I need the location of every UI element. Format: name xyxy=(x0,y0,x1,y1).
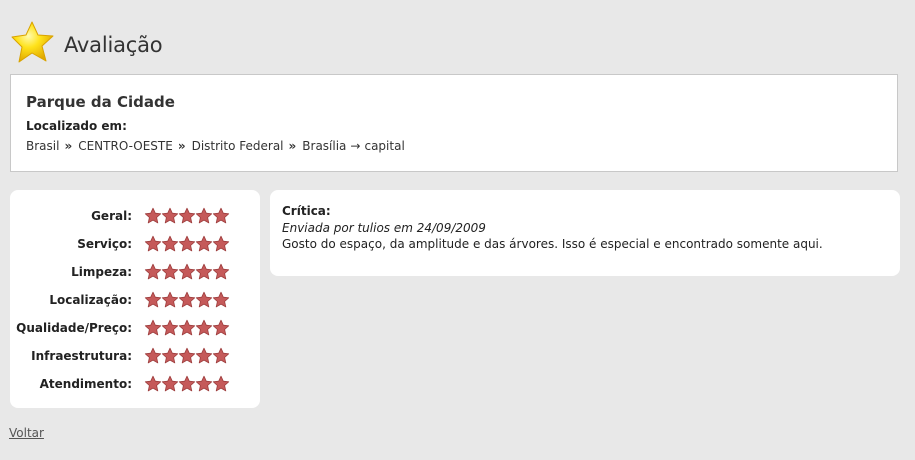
star-icon xyxy=(195,347,213,364)
review-text: Gosto do espaço, da amplitude e das árvo… xyxy=(282,237,823,251)
located-label: Localizado em: xyxy=(26,119,127,133)
breadcrumb-item[interactable]: Distrito Federal xyxy=(192,139,284,153)
star-icon xyxy=(161,319,179,336)
breadcrumb-separator: » xyxy=(288,139,297,153)
star-icon xyxy=(195,319,213,336)
star-rating xyxy=(144,263,230,281)
rating-row: Atendimento: xyxy=(10,374,260,394)
rating-row: Qualidade/Preço: xyxy=(10,318,260,338)
review-meta: Enviada por tulios em 24/09/2009 xyxy=(282,221,486,235)
review-heading: Crítica: xyxy=(282,204,331,218)
star-icon xyxy=(178,235,196,252)
rating-label: Serviço: xyxy=(77,237,132,251)
place-name: Parque da Cidade xyxy=(26,93,175,111)
breadcrumb-item[interactable]: Brasil xyxy=(26,139,59,153)
star-icon xyxy=(161,375,179,392)
breadcrumb-item[interactable]: CENTRO-OESTE xyxy=(78,139,173,153)
rating-row: Localização: xyxy=(10,290,260,310)
star-icon xyxy=(161,347,179,364)
star-icon xyxy=(161,291,179,308)
star-icon xyxy=(144,291,162,308)
rating-label: Limpeza: xyxy=(71,265,132,279)
star-icon xyxy=(178,319,196,336)
star-icon xyxy=(178,375,196,392)
rating-label: Localização: xyxy=(49,293,132,307)
rating-row: Serviço: xyxy=(10,234,260,254)
star-icon xyxy=(161,207,179,224)
star-icon xyxy=(212,235,230,252)
ratings-panel: Geral: Serviço: Limpeza: Localização: Qu… xyxy=(10,190,260,408)
place-info-panel: Parque da Cidade Localizado em: Brasil »… xyxy=(10,74,898,172)
star-icon xyxy=(144,347,162,364)
star-rating xyxy=(144,207,230,225)
star-rating xyxy=(144,291,230,309)
star-icon xyxy=(195,375,213,392)
star-icon xyxy=(144,207,162,224)
star-rating xyxy=(144,347,230,365)
rating-row: Geral: xyxy=(10,206,260,226)
star-icon xyxy=(178,291,196,308)
page-header: Avaliação xyxy=(10,18,163,68)
rating-label: Atendimento: xyxy=(39,377,132,391)
breadcrumb-item[interactable]: Brasília xyxy=(302,139,346,153)
star-icon xyxy=(195,235,213,252)
page-title: Avaliação xyxy=(64,33,163,57)
star-icon xyxy=(212,291,230,308)
rating-label: Geral: xyxy=(91,209,132,223)
breadcrumb-suffix: capital xyxy=(364,139,405,153)
star-rating xyxy=(144,319,230,337)
star-icon xyxy=(178,347,196,364)
rating-label: Qualidade/Preço: xyxy=(16,321,132,335)
location-breadcrumb: Brasil » CENTRO-OESTE » Distrito Federal… xyxy=(26,139,405,153)
breadcrumb-separator: » xyxy=(64,139,73,153)
rating-row: Limpeza: xyxy=(10,262,260,282)
breadcrumb-arrow: → xyxy=(350,139,361,153)
back-link[interactable]: Voltar xyxy=(9,426,44,440)
star-icon xyxy=(195,263,213,280)
star-icon xyxy=(212,263,230,280)
star-icon xyxy=(11,21,54,63)
star-icon xyxy=(212,207,230,224)
breadcrumb-separator: » xyxy=(177,139,186,153)
review-panel: Crítica: Enviada por tulios em 24/09/200… xyxy=(270,190,900,276)
star-icon xyxy=(212,375,230,392)
star-icon xyxy=(212,347,230,364)
star-icon xyxy=(144,235,162,252)
star-icon xyxy=(178,263,196,280)
star-rating xyxy=(144,375,230,393)
star-icon xyxy=(161,263,179,280)
star-icon xyxy=(144,375,162,392)
star-icon xyxy=(144,319,162,336)
star-icon xyxy=(195,291,213,308)
rating-row: Infraestrutura: xyxy=(10,346,260,366)
rating-label: Infraestrutura: xyxy=(31,349,132,363)
star-icon xyxy=(161,235,179,252)
star-rating xyxy=(144,235,230,253)
star-icon xyxy=(178,207,196,224)
star-icon xyxy=(212,319,230,336)
star-icon xyxy=(144,263,162,280)
star-icon xyxy=(195,207,213,224)
